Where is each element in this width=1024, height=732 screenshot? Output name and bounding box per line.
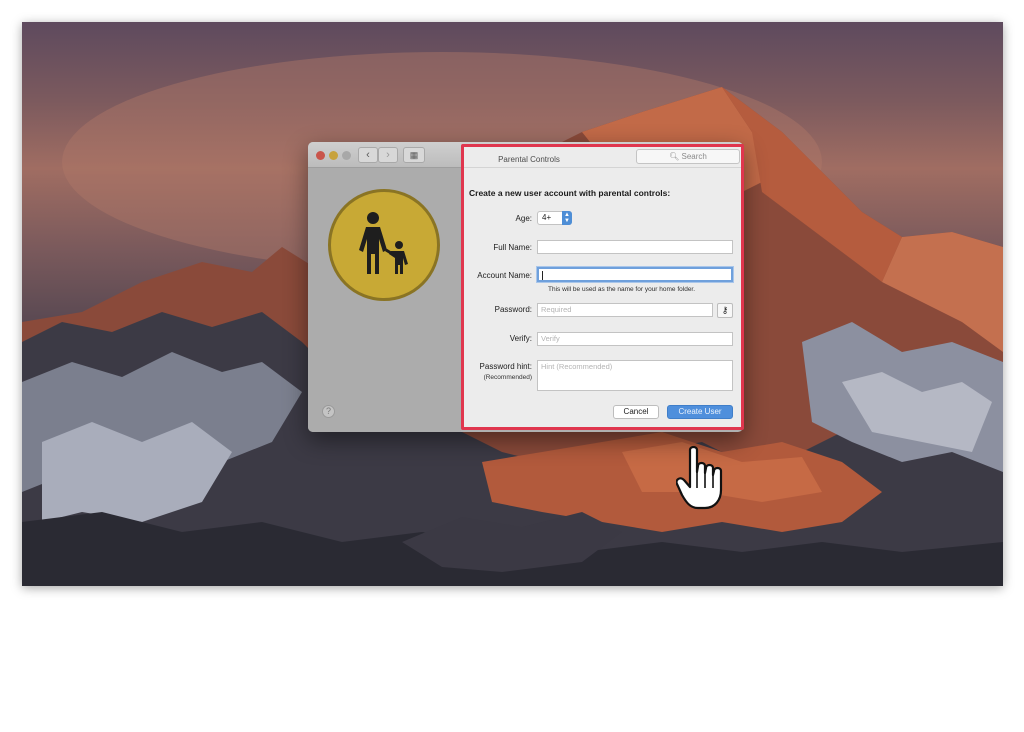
password-field[interactable]: Required: [537, 303, 713, 317]
window-title: Parental Controls: [498, 155, 560, 164]
verify-field[interactable]: Verify: [537, 332, 733, 346]
minimize-window-button[interactable]: [329, 151, 338, 160]
sheet-heading: Create a new user account with parental …: [469, 188, 671, 198]
account-name-field[interactable]: [537, 267, 733, 282]
full-name-field[interactable]: [537, 240, 733, 254]
account-name-note: This will be used as the name for your h…: [548, 286, 696, 293]
age-value: 4+: [542, 213, 552, 222]
age-select[interactable]: 4+ ▲ ▼: [537, 211, 572, 225]
cancel-button[interactable]: Cancel: [613, 405, 659, 419]
new-user-sheet: Parental Controls 🔍︎ Search Create a new…: [461, 144, 744, 430]
password-hint-sublabel: (Recommended): [483, 374, 532, 381]
create-user-button[interactable]: Create User: [667, 405, 733, 419]
back-chevron-icon[interactable]: ‹: [358, 147, 378, 163]
password-hint-label: Password hint:: [479, 362, 532, 371]
zoom-window-button[interactable]: [342, 151, 351, 160]
age-label: Age:: [515, 214, 532, 223]
text-caret: [542, 270, 543, 280]
search-input[interactable]: 🔍︎ Search: [636, 149, 740, 164]
key-icon[interactable]: ⚷: [717, 303, 733, 318]
help-icon[interactable]: ?: [322, 405, 335, 418]
grid-icon[interactable]: ▦: [403, 147, 425, 163]
parental-controls-sidebar: ?: [308, 168, 461, 432]
close-window-button[interactable]: [316, 151, 325, 160]
account-name-label: Account Name:: [477, 271, 532, 280]
search-placeholder: Search: [681, 152, 707, 161]
search-icon: 🔍︎: [669, 152, 680, 161]
chevron-updown-icon[interactable]: ▲ ▼: [562, 211, 572, 225]
parent-child-icon: [328, 189, 440, 301]
hand-pointer-icon: [676, 446, 723, 510]
password-hint-field[interactable]: Hint (Recommended): [537, 360, 733, 391]
full-name-label: Full Name:: [493, 243, 532, 252]
titlebar-divider: [464, 167, 741, 168]
password-label: Password:: [494, 305, 532, 314]
forward-chevron-icon[interactable]: ›: [378, 147, 398, 163]
verify-label: Verify:: [509, 334, 532, 343]
